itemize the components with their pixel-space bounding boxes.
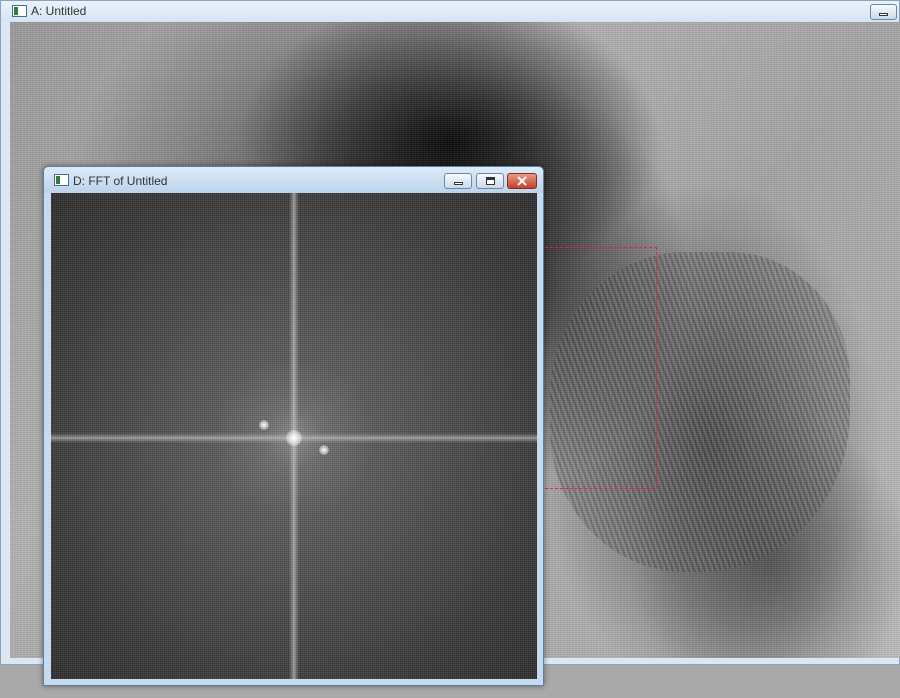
fft-window[interactable]: D: FFT of Untitled <box>43 166 544 686</box>
minimize-icon <box>454 182 463 185</box>
window-a-titlebar[interactable]: A: Untitled <box>1 1 899 22</box>
image-window-icon <box>12 5 27 17</box>
fft-image[interactable] <box>51 193 537 679</box>
window-a-title: A: Untitled <box>31 4 87 18</box>
window-a-minimize-button[interactable] <box>870 4 897 20</box>
image-window-icon <box>54 174 69 186</box>
fft-lattice-spot <box>319 445 329 455</box>
selection-rectangle[interactable] <box>540 247 657 489</box>
maximize-icon <box>486 177 495 185</box>
fft-minimize-button[interactable] <box>444 173 472 189</box>
close-icon <box>517 176 527 186</box>
fft-lattice-spot <box>259 420 269 430</box>
fft-close-button[interactable] <box>507 173 537 189</box>
minimize-icon <box>879 13 888 16</box>
fft-center-spot <box>286 430 302 446</box>
fft-window-titlebar[interactable]: D: FFT of Untitled <box>44 167 543 193</box>
fft-window-title: D: FFT of Untitled <box>73 174 168 188</box>
fft-maximize-button[interactable] <box>476 173 504 189</box>
